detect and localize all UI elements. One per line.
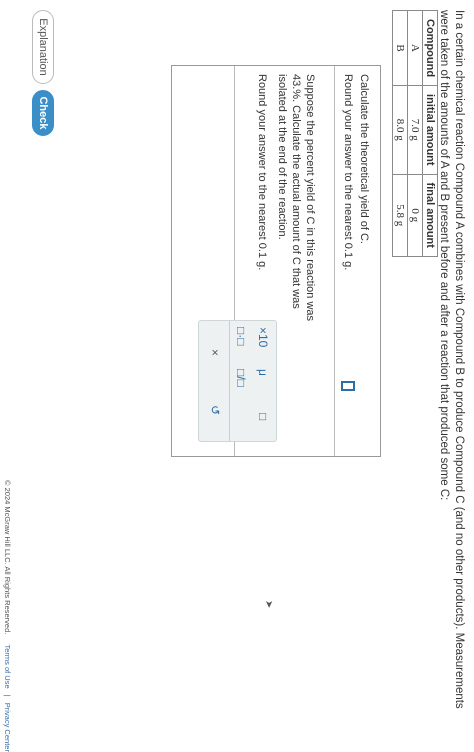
table-cell: A xyxy=(407,10,423,86)
table-cell: B xyxy=(392,10,408,86)
table-row: A 7.0 g 0 g xyxy=(407,10,423,257)
table-cell: 8.0 g xyxy=(392,85,408,175)
clear-button[interactable]: × xyxy=(208,349,222,356)
check-button[interactable]: Check xyxy=(32,90,54,136)
table-header: Compound xyxy=(422,10,438,86)
toolbar-divider xyxy=(229,321,230,441)
terms-link[interactable]: Terms of Use xyxy=(3,644,12,688)
dot-multiply-button[interactable]: □·□ xyxy=(234,327,248,346)
footer: © 2024 McGraw Hill LLC. All Rights Reser… xyxy=(3,480,12,752)
math-toolbar: ×10 μ □ □·□ □/□ × ↺ xyxy=(198,320,277,442)
question-text: Suppose the percent yield of C in this r… xyxy=(276,74,316,322)
undo-button[interactable]: ↺ xyxy=(208,405,222,415)
answer-input-1[interactable] xyxy=(341,381,355,391)
mu-button[interactable]: μ xyxy=(256,369,270,376)
table-cell: 5.8 g xyxy=(392,174,408,257)
question-row-1: Calculate the theoretical yield of C. Ro… xyxy=(334,66,380,456)
rotated-page: In a certain chemical reaction Compound … xyxy=(0,0,474,752)
rounding-note: Round your answer to the nearest 0.1 g. xyxy=(256,74,268,271)
table-cell: 7.0 g xyxy=(407,85,423,175)
explanation-button[interactable]: Explanation xyxy=(32,10,54,84)
superscript-button[interactable]: □ xyxy=(256,413,270,420)
rounding-note: Round your answer to the nearest 0.1 g. xyxy=(342,74,354,271)
table-header: final amount xyxy=(422,174,438,257)
table-header: initial amount xyxy=(422,85,438,175)
problem-prompt: In a certain chemical reaction Compound … xyxy=(438,10,465,709)
fraction-button[interactable]: □/□ xyxy=(234,369,248,387)
footer-separator: | xyxy=(3,694,12,697)
question-text: Calculate the theoretical yield of C. xyxy=(358,74,370,244)
measurements-table: Compound initial amount final amount A 7… xyxy=(392,10,438,257)
sci-notation-button[interactable]: ×10 xyxy=(256,327,270,347)
table-header-row: Compound initial amount final amount xyxy=(422,10,438,257)
mouse-cursor-icon: ➤ xyxy=(263,600,274,609)
privacy-link[interactable]: Privacy Center xyxy=(3,703,12,752)
table-cell: 0 g xyxy=(407,174,423,257)
table-row: B 8.0 g 5.8 g xyxy=(392,10,408,257)
copyright-text: © 2024 McGraw Hill LLC. All Rights Reser… xyxy=(3,480,12,635)
